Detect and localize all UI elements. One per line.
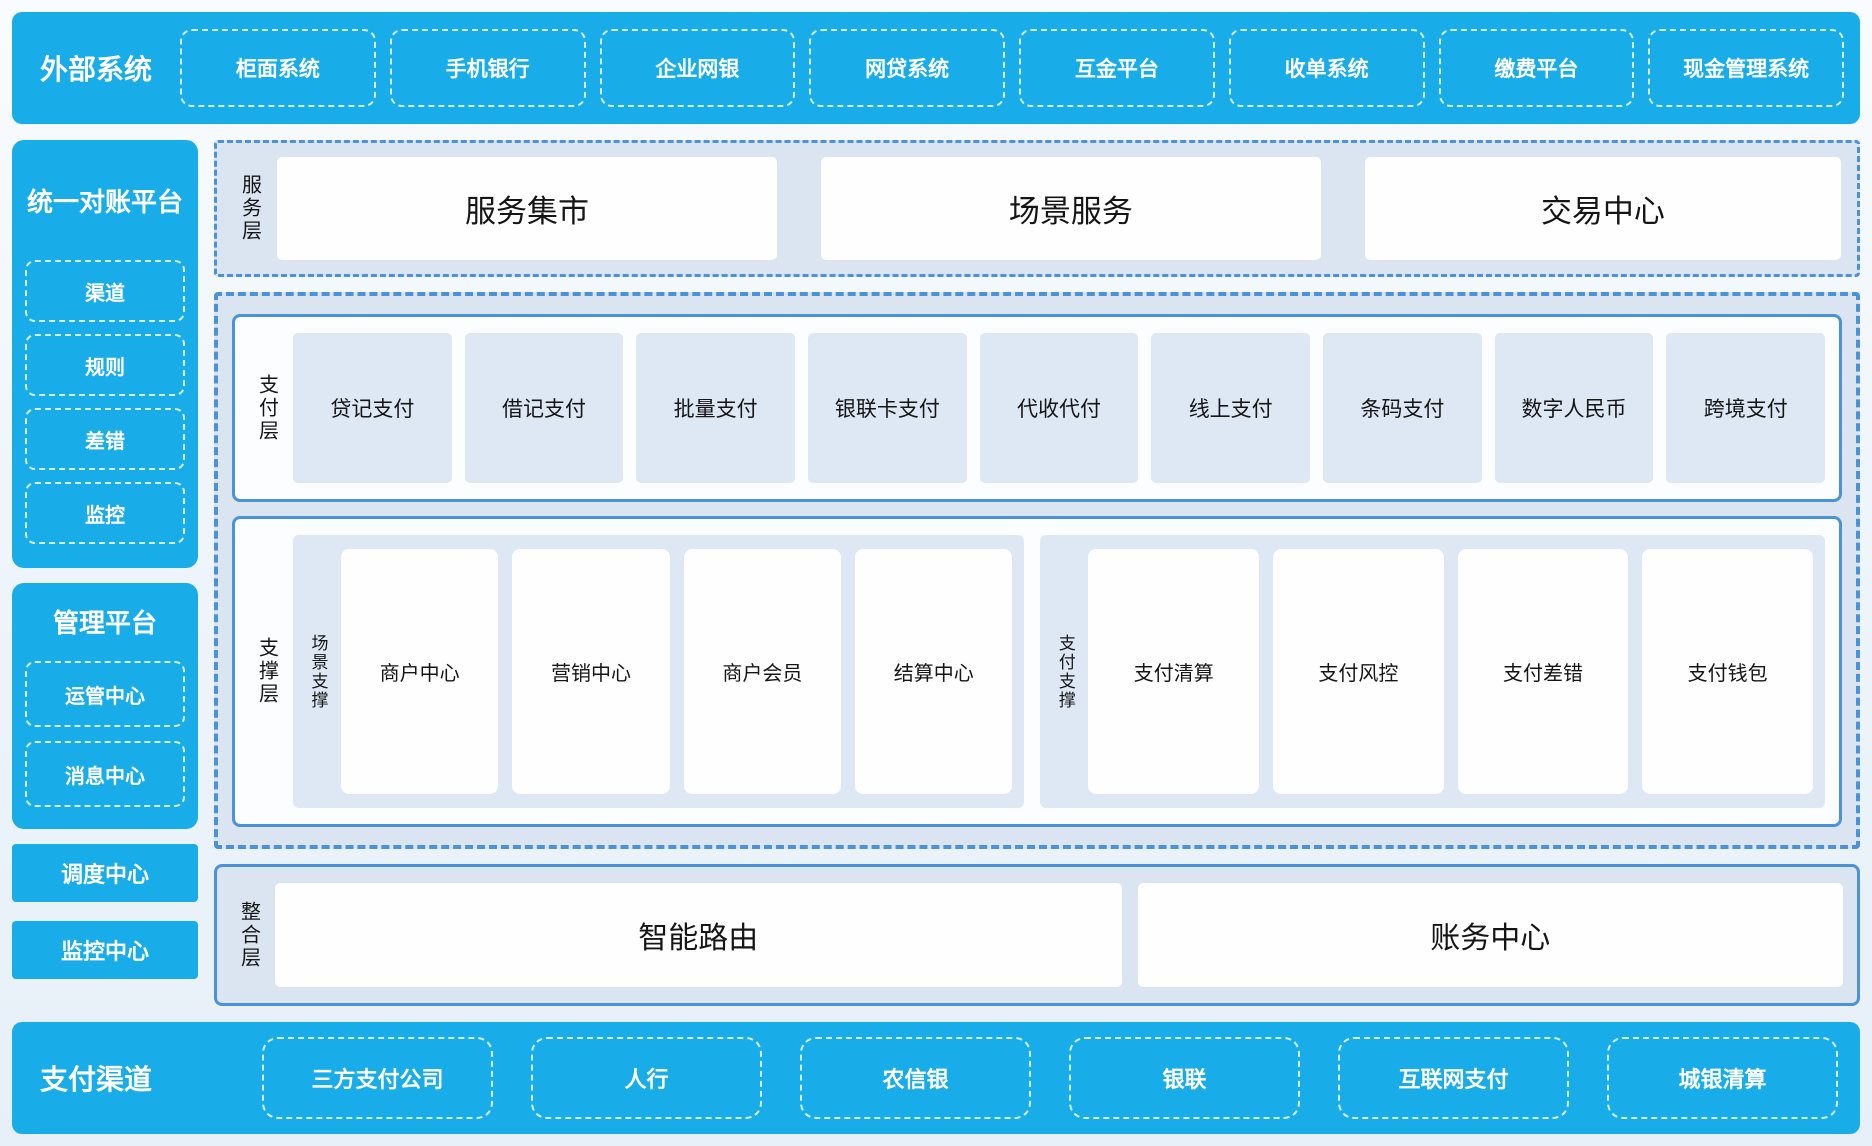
external-systems-title: 外部系统 <box>12 48 180 88</box>
support-layer-groups: 场景支撑 商户中心 营销中心 商户会员 结算中心 支付支撑 支付清算 <box>293 535 1825 808</box>
architecture-main: 服务层 服务集市 场景服务 交易中心 支付层 贷记支付 借记支付 批量支付 银联… <box>214 140 1860 1006</box>
external-system-item: 现金管理系统 <box>1648 29 1844 107</box>
reconciliation-platform-title: 统一对账平台 <box>25 152 185 248</box>
payment-support-item: 支付钱包 <box>1642 549 1813 794</box>
payment-layer-item: 借记支付 <box>465 333 624 483</box>
integration-layer-box: 整合层 智能路由 账务中心 <box>214 864 1860 1006</box>
payment-layer-item: 代收代付 <box>980 333 1139 483</box>
integration-layer-item: 智能路由 <box>275 883 1122 987</box>
payment-channels-bar: 支付渠道 三方支付公司 人行 农信银 银联 互联网支付 城银清算 <box>12 1022 1860 1134</box>
external-system-item: 手机银行 <box>390 29 586 107</box>
scene-support-item: 结算中心 <box>855 549 1012 794</box>
payment-layer-item: 银联卡支付 <box>808 333 967 483</box>
scene-support-item: 商户中心 <box>341 549 498 794</box>
support-layer-label: 支撑层 <box>249 535 285 808</box>
external-systems-bar: 外部系统 柜面系统 手机银行 企业网银 网贷系统 互金平台 收单系统 缴费平台 … <box>12 12 1860 124</box>
external-system-item: 柜面系统 <box>180 29 376 107</box>
payment-channel-item: 城银清算 <box>1607 1037 1838 1119</box>
payment-channels-items: 三方支付公司 人行 农信银 银联 互联网支付 城银清算 <box>262 1037 1860 1119</box>
reconciliation-item: 规则 <box>25 334 185 396</box>
monitor-center-block: 监控中心 <box>12 921 198 979</box>
payment-support-group: 支付支撑 支付清算 支付风控 支付差错 支付钱包 <box>1040 535 1825 808</box>
service-layer-item: 交易中心 <box>1365 157 1841 260</box>
payment-support-items: 支付清算 支付风控 支付差错 支付钱包 <box>1088 549 1813 794</box>
payment-layer-item: 贷记支付 <box>293 333 452 483</box>
scene-support-label: 场景支撑 <box>305 549 331 794</box>
payment-channels-title: 支付渠道 <box>12 1058 262 1098</box>
payment-support-item: 支付风控 <box>1273 549 1444 794</box>
external-system-item: 企业网银 <box>600 29 796 107</box>
reconciliation-item: 监控 <box>25 482 185 544</box>
management-platform-panel: 管理平台 运管中心 消息中心 <box>12 583 198 829</box>
payment-channel-item: 三方支付公司 <box>262 1037 493 1119</box>
external-system-item: 网贷系统 <box>809 29 1005 107</box>
service-layer-item: 服务集市 <box>277 157 777 260</box>
external-system-item: 收单系统 <box>1229 29 1425 107</box>
integration-layer-label: 整合层 <box>231 883 267 987</box>
left-sidebar: 统一对账平台 渠道 规则 差错 监控 管理平台 运管中心 消息中心 调度中心 监… <box>12 140 198 1006</box>
payment-layer-item: 线上支付 <box>1151 333 1310 483</box>
payment-support-item: 支付清算 <box>1088 549 1259 794</box>
payment-platform-architecture-diagram: 外部系统 柜面系统 手机银行 企业网银 网贷系统 互金平台 收单系统 缴费平台 … <box>0 0 1872 1146</box>
external-systems-items: 柜面系统 手机银行 企业网银 网贷系统 互金平台 收单系统 缴费平台 现金管理系… <box>180 29 1860 107</box>
payment-layer-item: 跨境支付 <box>1666 333 1825 483</box>
dispatch-center-block: 调度中心 <box>12 844 198 902</box>
payment-channel-item: 银联 <box>1069 1037 1300 1119</box>
service-layer-item: 场景服务 <box>821 157 1321 260</box>
payment-support-item: 支付差错 <box>1458 549 1629 794</box>
payment-channel-item: 农信银 <box>800 1037 1031 1119</box>
payment-layer-item: 条码支付 <box>1323 333 1482 483</box>
service-layer-label: 服务层 <box>233 157 267 260</box>
payment-channel-item: 人行 <box>531 1037 762 1119</box>
scene-support-group: 场景支撑 商户中心 营销中心 商户会员 结算中心 <box>293 535 1024 808</box>
external-system-item: 互金平台 <box>1019 29 1215 107</box>
management-item: 消息中心 <box>25 741 185 807</box>
scene-support-item: 营销中心 <box>512 549 669 794</box>
service-layer-region: 服务层 服务集市 场景服务 交易中心 <box>214 140 1860 277</box>
integration-layer-item: 账务中心 <box>1138 883 1843 987</box>
scene-support-item: 商户会员 <box>684 549 841 794</box>
payment-layer-item: 批量支付 <box>636 333 795 483</box>
payment-layer-box: 支付层 贷记支付 借记支付 批量支付 银联卡支付 代收代付 线上支付 条码支付 … <box>232 314 1842 502</box>
external-system-item: 缴费平台 <box>1439 29 1635 107</box>
payment-support-region: 支付层 贷记支付 借记支付 批量支付 银联卡支付 代收代付 线上支付 条码支付 … <box>214 292 1860 849</box>
payment-channel-item: 互联网支付 <box>1338 1037 1569 1119</box>
middle-section: 统一对账平台 渠道 规则 差错 监控 管理平台 运管中心 消息中心 调度中心 监… <box>12 140 1860 1006</box>
reconciliation-item: 渠道 <box>25 260 185 322</box>
reconciliation-platform-panel: 统一对账平台 渠道 规则 差错 监控 <box>12 140 198 568</box>
integration-layer-items: 智能路由 账务中心 <box>275 883 1843 987</box>
payment-layer-label: 支付层 <box>249 333 285 483</box>
support-layer-box: 支撑层 场景支撑 商户中心 营销中心 商户会员 结算中心 <box>232 516 1842 827</box>
reconciliation-item: 差错 <box>25 408 185 470</box>
management-platform-title: 管理平台 <box>25 595 185 647</box>
payment-layer-item: 数字人民币 <box>1495 333 1654 483</box>
scene-support-items: 商户中心 营销中心 商户会员 结算中心 <box>341 549 1012 794</box>
payment-layer-items: 贷记支付 借记支付 批量支付 银联卡支付 代收代付 线上支付 条码支付 数字人民… <box>293 333 1825 483</box>
management-item: 运管中心 <box>25 661 185 727</box>
service-layer-items: 服务集市 场景服务 交易中心 <box>277 157 1841 260</box>
payment-support-label: 支付支撑 <box>1052 549 1078 794</box>
